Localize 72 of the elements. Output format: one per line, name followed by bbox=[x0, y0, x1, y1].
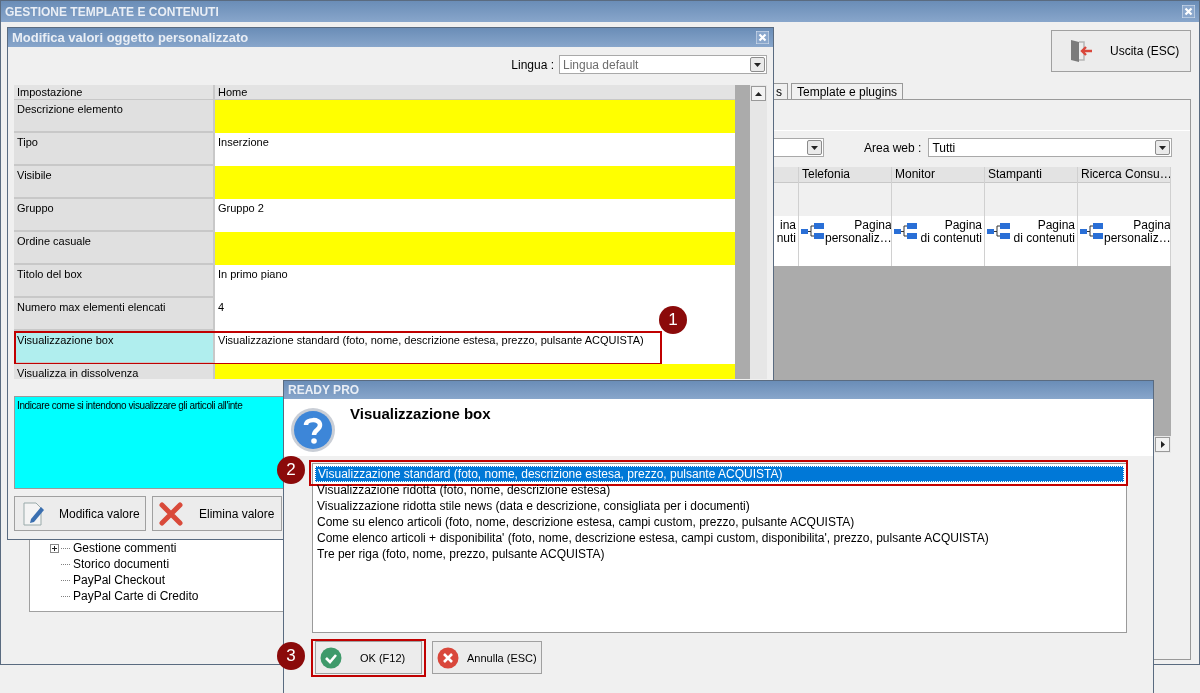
table-cell[interactable] bbox=[215, 232, 735, 265]
column-header: Impostazione bbox=[14, 85, 215, 100]
ok-button[interactable]: OK (F12) bbox=[315, 641, 422, 674]
callout-badge: 2 bbox=[277, 456, 305, 484]
table-cell[interactable]: Tipo bbox=[14, 133, 215, 166]
close-icon[interactable] bbox=[1182, 5, 1195, 18]
expand-icon[interactable] bbox=[50, 543, 59, 553]
list-item[interactable]: Visualizzazione standard (foto, nome, descrizione estesa, prezzo, pulsante ACQUISTA) bbox=[315, 466, 1124, 482]
dropdown-button[interactable] bbox=[750, 57, 765, 72]
list-item[interactable]: Visualizzazione ridotta stile news (data e descrizione, consigliata per i documenti) bbox=[315, 498, 1124, 514]
cross-icon bbox=[157, 499, 185, 528]
sitemap-icon bbox=[987, 222, 1011, 240]
tab[interactable]: s bbox=[774, 83, 788, 99]
table-cell[interactable]: Inserzione bbox=[215, 133, 735, 166]
table-cell[interactable]: Gruppo 2 bbox=[215, 199, 735, 232]
cancel-button[interactable]: Annulla (ESC) bbox=[432, 641, 542, 674]
cross-icon bbox=[437, 646, 459, 669]
list-item[interactable]: Tre per riga (foto, nome, prezzo, pulsante ACQUISTA) bbox=[315, 546, 1124, 562]
scrollbar[interactable] bbox=[750, 85, 767, 379]
table-cell[interactable]: Descrizione elemento bbox=[14, 100, 215, 133]
caret-icon bbox=[1159, 145, 1167, 150]
field-label: Lingua : bbox=[511, 57, 554, 72]
tab[interactable]: Template e plugins bbox=[791, 83, 904, 99]
delete-button[interactable]: Elimina valore bbox=[152, 496, 282, 531]
table-cell[interactable]: Pagina di contenuti bbox=[1013, 219, 1075, 245]
table-cell[interactable]: Titolo del box bbox=[14, 265, 215, 298]
dropdown-button[interactable] bbox=[1155, 140, 1171, 155]
table-cell[interactable]: Ordine casuale bbox=[14, 232, 215, 265]
check-icon bbox=[320, 646, 342, 669]
dropdown-field[interactable]: Lingua default bbox=[559, 55, 767, 74]
table-cell[interactable]: Numero max elementi elencati bbox=[14, 298, 215, 331]
table-cell[interactable]: Visibile bbox=[14, 166, 215, 199]
tree-item[interactable]: PayPal Checkout bbox=[72, 573, 167, 587]
column-header[interactable]: Telefonia bbox=[799, 167, 891, 183]
table-cell[interactable]: Pagina di contenuti bbox=[920, 219, 982, 245]
tree-item[interactable]: Storico documenti bbox=[72, 557, 171, 571]
window-title: GESTIONE TEMPLATE E CONTENUTI bbox=[5, 4, 219, 19]
list-item[interactable]: Come elenco articoli + disponibilita' (foto, nome, descrizione estesa, campi custom, disponibilita', prezzo, pulsante ACQUISTA) bbox=[315, 530, 1124, 546]
tree-item[interactable]: PayPal Carte di Credito bbox=[72, 589, 200, 603]
table-cell[interactable]: ina nuti bbox=[776, 219, 796, 245]
sitemap-icon bbox=[801, 222, 825, 240]
field-label: Area web : bbox=[864, 140, 922, 155]
dropdown-button[interactable] bbox=[807, 140, 822, 155]
table-cell[interactable] bbox=[215, 100, 735, 133]
table-cell[interactable]: Gruppo bbox=[14, 199, 215, 232]
close-icon[interactable] bbox=[756, 31, 769, 44]
column-header: Home bbox=[215, 85, 735, 100]
column-header[interactable]: Monitor bbox=[892, 167, 984, 183]
sitemap-icon bbox=[1080, 222, 1104, 240]
dropdown-field[interactable]: Tutti bbox=[928, 138, 1173, 157]
tree-item[interactable]: Gestione commenti bbox=[72, 541, 178, 555]
up-arrow-icon[interactable] bbox=[755, 91, 762, 96]
table-cell[interactable]: Visualizza in dissolvenza bbox=[14, 364, 215, 379]
caret-icon bbox=[754, 62, 761, 67]
column-header[interactable]: Stampanti bbox=[985, 167, 1077, 183]
table-cell[interactable]: Pagina personaliz… bbox=[1104, 219, 1170, 245]
table-cell[interactable]: Pagina personaliz… bbox=[825, 219, 891, 245]
callout-badge: 3 bbox=[277, 642, 305, 670]
table-cell[interactable] bbox=[215, 166, 735, 199]
dropdown-field[interactable] bbox=[774, 138, 824, 157]
dialog-title: Modifica valori oggetto personalizzato bbox=[12, 30, 249, 45]
caret-icon bbox=[811, 145, 818, 150]
right-arrow-icon[interactable] bbox=[1160, 441, 1165, 448]
column-header[interactable]: Ricerca Consu… bbox=[1078, 167, 1170, 183]
table-cell[interactable]: In primo piano bbox=[215, 265, 735, 298]
sitemap-icon bbox=[894, 222, 918, 240]
dialog-heading: Visualizzazione box bbox=[350, 405, 491, 422]
exit-button[interactable]: Uscita (ESC) bbox=[1051, 30, 1191, 72]
list-item[interactable]: Come su elenco articoli (foto, nome, descrizione estesa, campi custom, prezzo, pulsante ACQUISTA) bbox=[315, 514, 1124, 530]
question-icon bbox=[290, 407, 336, 453]
dialog-title: READY PRO bbox=[288, 383, 360, 397]
edit-button[interactable]: Modifica valore bbox=[14, 496, 146, 531]
